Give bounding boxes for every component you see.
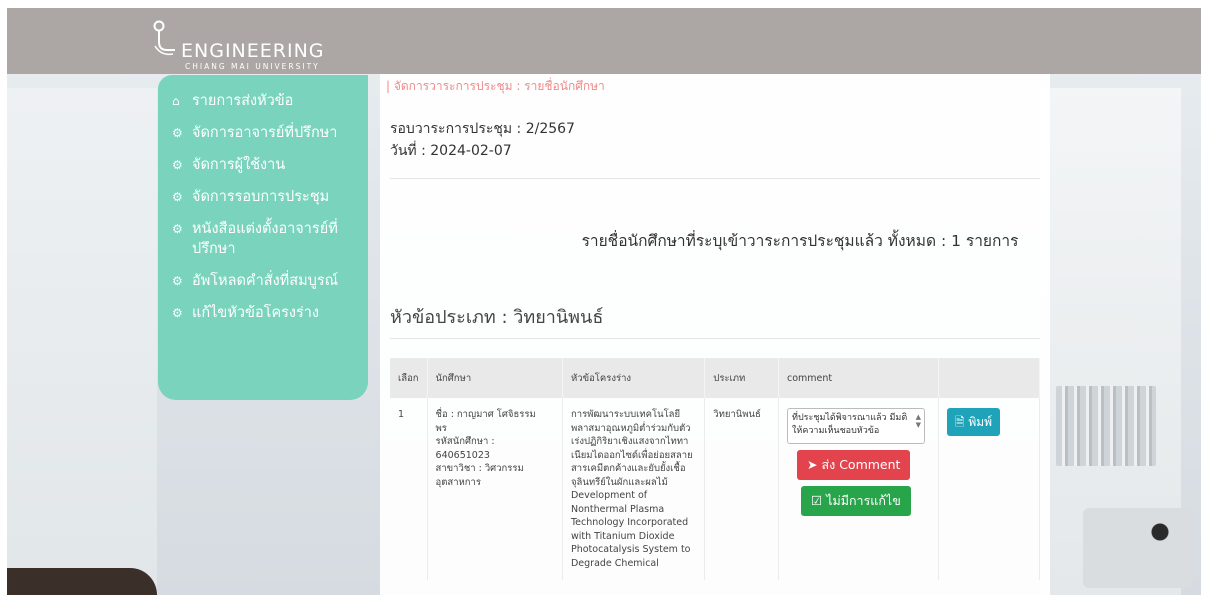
table-row: 1 ชื่อ : กาญมาศ โศจิธรรม พร รหัสนักศึกษา…: [390, 398, 1041, 580]
title-line: Photocatalysis System to: [570, 544, 691, 555]
student-table: เลือก นักศึกษา หัวข้อโครงร่าง ประเภท com…: [390, 358, 1041, 580]
background-left: [7, 88, 157, 595]
sidebar-item-manage-advisors[interactable]: ⚙ จัดการอาจารย์ที่ปรึกษา: [172, 123, 360, 143]
row-index: 1: [390, 398, 428, 580]
title-line: จุลินทรีย์ในผักและผลไม้: [570, 476, 668, 488]
title-line: Development of: [570, 490, 648, 501]
column-header-actions: [938, 358, 1041, 398]
student-cell: ชื่อ : กาญมาศ โศจิธรรม พร รหัสนักศึกษา :…: [427, 398, 563, 580]
background-books: [1056, 386, 1156, 466]
sidebar-item-manage-users[interactable]: ⚙ จัดการผู้ใช้งาน: [172, 155, 360, 175]
column-header-type: ประเภท: [704, 358, 780, 398]
title-line: with Titanium Dioxide: [570, 530, 675, 542]
background-pens: [1083, 508, 1193, 588]
sidebar-item-label: จัดการอาจารย์ที่ปรึกษา: [192, 125, 338, 141]
divider: [390, 178, 1040, 179]
pdf-icon: 🗎: [954, 415, 965, 429]
gear-icon: ⚙: [172, 306, 183, 320]
student-id-label: รหัสนักศึกษา :: [435, 436, 495, 447]
logo-subtext: CHIANG MAI UNIVERSITY: [185, 62, 320, 71]
home-icon: ⌂: [172, 94, 180, 108]
sidebar-item-label: จัดการรอบการประชุม: [192, 189, 330, 205]
sidebar-item-label: อัพโหลดคำสั่งที่สมบูรณ์: [192, 273, 339, 289]
meeting-date: วันที่ : 2024-02-07: [390, 143, 512, 159]
sidebar-item-edit-proposal[interactable]: ⚙ แก้ไขหัวข้อโครงร่าง: [172, 303, 360, 323]
send-comment-button[interactable]: ➤ ส่ง Comment: [797, 450, 911, 480]
logo-text: ENGINEERING: [181, 40, 325, 62]
sidebar-item-manage-meetings[interactable]: ⚙ จัดการรอบการประชุม: [172, 187, 360, 207]
actions-cell: 🗎 พิมพ์: [938, 398, 1041, 580]
student-name-line-2: พร: [435, 422, 447, 434]
gear-icon: ⚙: [172, 190, 183, 204]
comment-textarea[interactable]: ที่ประชุมได้พิจารณาแล้ว มีมติให้ความเห็น…: [787, 408, 926, 444]
background-left-object: [7, 568, 157, 595]
sidebar-item-label: หนังสือแต่งตั้งอาจารย์ที่ปรึกษา: [192, 221, 338, 257]
title-line: การพัฒนาระบบเทคโนโลยี: [570, 409, 681, 420]
page-viewport: ENGINEERING CHIANG MAI UNIVERSITY ⌂ รายก…: [7, 8, 1201, 595]
title-line: Degrade Chemical: [570, 557, 659, 569]
proposal-title-cell: การพัฒนาระบบเทคโนโลยี พลาสมาอุณหภูมิต่ำร…: [562, 398, 706, 580]
meeting-round: รอบวาระการประชุม : 2/2567: [390, 121, 575, 137]
sidebar-item-topic-submissions[interactable]: ⌂ รายการส่งหัวข้อ: [172, 91, 360, 111]
no-edit-label: ไม่มีการแก้ไข: [826, 493, 901, 508]
sidebar-item-upload-orders[interactable]: ⚙ อัพโหลดคำสั่งที่สมบูรณ์: [172, 271, 360, 291]
no-edit-button[interactable]: ☑ ไม่มีการแก้ไข: [801, 486, 911, 516]
print-button[interactable]: 🗎 พิมพ์: [946, 408, 1001, 436]
student-id-value: 640651023: [435, 449, 490, 461]
student-major-line-2: อุตสาหการ: [435, 476, 481, 488]
logo-mark-icon: [153, 20, 175, 56]
column-header-student: นักศึกษา: [427, 358, 563, 398]
send-icon: ➤: [807, 457, 818, 472]
breadcrumb[interactable]: | จัดการวาระการประชุม : รายชื่อนักศึกษา: [386, 77, 605, 96]
title-line: สารเคมีตกค้างและยับยั้งเชื้อ: [570, 463, 686, 474]
gear-icon: ⚙: [172, 274, 183, 288]
column-header-comment: comment: [778, 358, 939, 398]
column-header-title: หัวข้อโครงร่าง: [562, 358, 706, 398]
type-cell: วิทยานิพนธ์: [704, 398, 780, 580]
student-count-summary: รายชื่อนักศึกษาที่ระบุเข้าวาระการประชุมแ…: [581, 232, 1019, 250]
print-label: พิมพ์: [968, 415, 993, 429]
gear-icon: ⚙: [172, 158, 183, 172]
topic-category-heading: หัวข้อประเภท : วิทยานิพนธ์: [390, 307, 604, 328]
main-content: | จัดการวาระการประชุม : รายชื่อนักศึกษา …: [380, 74, 1050, 595]
student-name-line-1: ชื่อ : กาญมาศ โศจิธรรม: [435, 409, 536, 420]
sidebar: ⌂ รายการส่งหัวข้อ ⚙ จัดการอาจารย์ที่ปรึก…: [158, 75, 368, 400]
send-comment-label: ส่ง Comment: [821, 457, 901, 472]
title-line: Technology Incorporated: [570, 517, 689, 528]
top-bar: ENGINEERING CHIANG MAI UNIVERSITY: [7, 8, 1201, 74]
sidebar-item-label: รายการส่งหัวข้อ: [192, 93, 294, 109]
sidebar-item-label: จัดการผู้ใช้งาน: [192, 157, 286, 173]
gear-icon: ⚙: [172, 222, 183, 236]
sidebar-item-label: แก้ไขหัวข้อโครงร่าง: [192, 305, 320, 321]
title-line: เนียมไดออกไซด์เพื่อย่อยสลาย: [570, 449, 693, 461]
comment-cell: ที่ประชุมได้พิจารณาแล้ว มีมติให้ความเห็น…: [778, 398, 939, 580]
title-line: พลาสมาอุณหภูมิต่ำร่วมกับตัว: [570, 422, 691, 434]
gear-icon: ⚙: [172, 126, 183, 140]
title-line: Nonthermal Plasma: [570, 503, 665, 515]
comment-value: ที่ประชุมได้พิจารณาแล้ว มีมติให้ความเห็น…: [792, 413, 908, 436]
divider: [390, 338, 1040, 339]
scroll-arrows-icon[interactable]: ▲ ▼: [916, 413, 921, 429]
check-square-icon: ☑: [811, 493, 823, 508]
table-header-row: เลือก นักศึกษา หัวข้อโครงร่าง ประเภท com…: [390, 358, 1041, 398]
sidebar-item-advisor-appointment[interactable]: ⚙ หนังสือแต่งตั้งอาจารย์ที่ปรึกษา: [172, 219, 360, 259]
student-major-line-1: สาขาวิชา : วิศวกรรม: [435, 463, 524, 474]
column-header-select: เลือก: [390, 358, 428, 398]
title-line: เร่งปฏิกิริยาเชิงแสงจากไททา: [570, 436, 689, 447]
